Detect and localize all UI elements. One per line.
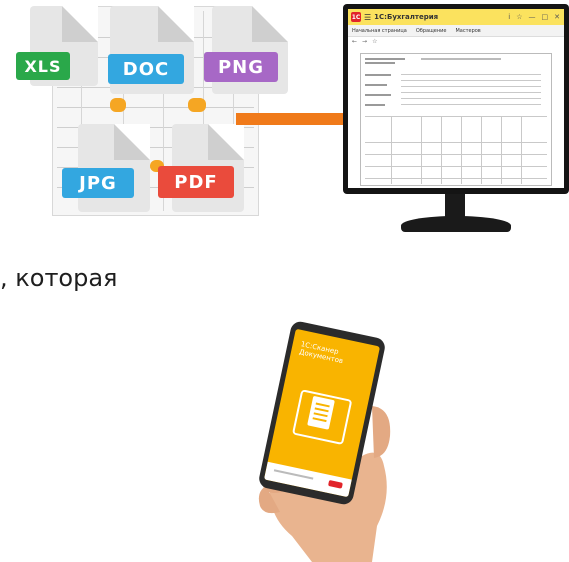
star-icon[interactable]: ☆ bbox=[516, 13, 522, 21]
monitor-base bbox=[401, 216, 511, 232]
close-icon[interactable]: ✕ bbox=[554, 13, 560, 21]
scanner-app-title: 1С:Сканер Документов bbox=[298, 340, 344, 366]
monitor: 1C ☰ 1С:Бухгалтерия i ☆ — □ ✕ Начальная … bbox=[333, 4, 569, 254]
monitor-bezel: 1C ☰ 1С:Бухгалтерия i ☆ — □ ✕ Начальная … bbox=[343, 4, 569, 194]
maximize-icon[interactable]: □ bbox=[542, 13, 549, 21]
forward-icon[interactable]: → bbox=[362, 38, 367, 45]
xls-badge: XLS bbox=[16, 52, 70, 80]
window-controls: i ☆ — □ ✕ bbox=[508, 9, 560, 25]
app-toolbar: ← → ☆ bbox=[348, 36, 564, 46]
doc-badge: DOC bbox=[108, 54, 184, 84]
favorite-icon[interactable]: ☆ bbox=[372, 38, 377, 45]
phone-in-hand: 1С:Сканер Документов bbox=[240, 316, 410, 562]
minimize-icon[interactable]: — bbox=[529, 13, 536, 21]
tab-request[interactable]: Обращение bbox=[416, 28, 447, 34]
app-logo: 1C bbox=[351, 12, 361, 22]
text-fragment: , которая bbox=[0, 264, 118, 292]
back-icon[interactable]: ← bbox=[352, 38, 357, 45]
tab-masters[interactable]: Мастеров bbox=[455, 28, 480, 34]
app-titlebar: 1C ☰ 1С:Бухгалтерия i ☆ — □ ✕ bbox=[348, 9, 564, 25]
info-icon[interactable]: i bbox=[508, 13, 510, 21]
capture-button[interactable] bbox=[327, 479, 343, 489]
pdf-badge: PDF bbox=[158, 166, 234, 198]
png-badge: PNG bbox=[204, 52, 278, 82]
tab-home[interactable]: Начальная страница bbox=[352, 28, 407, 34]
document-form bbox=[360, 53, 552, 186]
app-title: 1С:Бухгалтерия bbox=[374, 13, 439, 21]
jpg-badge: JPG bbox=[62, 168, 134, 198]
menu-icon[interactable]: ☰ bbox=[364, 13, 371, 22]
monitor-screen: 1C ☰ 1С:Бухгалтерия i ☆ — □ ✕ Начальная … bbox=[348, 9, 564, 188]
